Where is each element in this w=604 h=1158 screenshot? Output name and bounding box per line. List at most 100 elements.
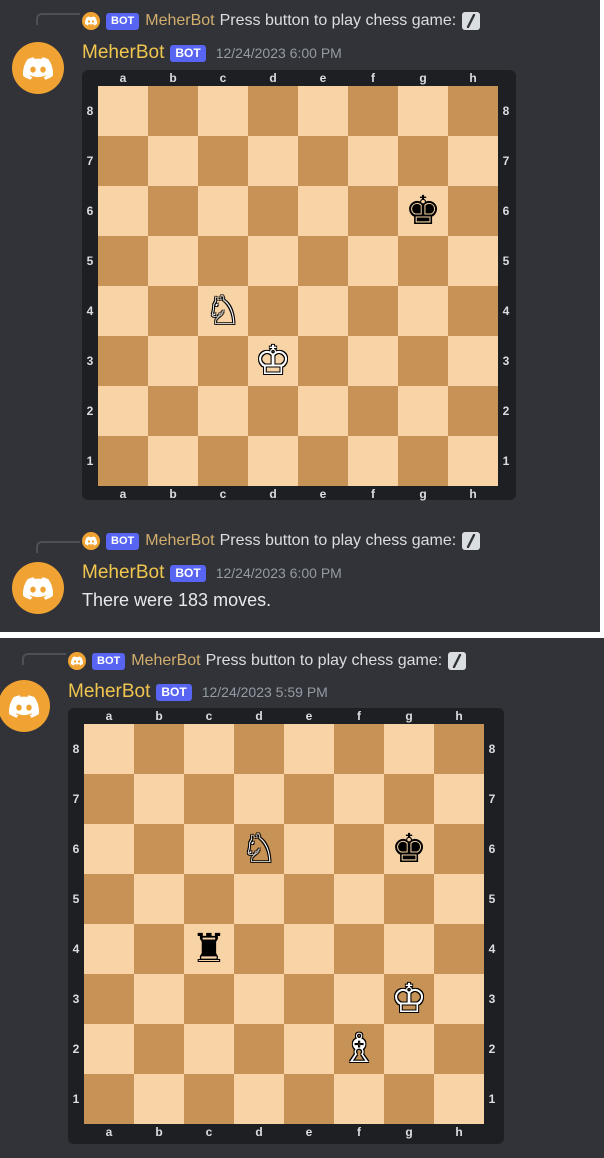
reply-author[interactable]: MeherBot xyxy=(131,652,200,670)
file-label: d xyxy=(269,487,277,501)
square-h6 xyxy=(448,186,498,236)
square-f2 xyxy=(348,386,398,436)
rank-label: 5 xyxy=(488,892,496,906)
square-a6 xyxy=(98,186,148,236)
file-label: a xyxy=(105,709,113,723)
rank-label: 4 xyxy=(502,304,510,318)
chess-board: ♘ ♚ ♜ ♔ ♗ xyxy=(84,724,484,1124)
chat-panel-top: BOT MeherBot Press button to play chess … xyxy=(0,0,600,632)
rank-label: 6 xyxy=(502,204,510,218)
square-e7 xyxy=(284,774,334,824)
reply-connector xyxy=(22,653,66,665)
square-h8 xyxy=(434,724,484,774)
square-b5 xyxy=(148,236,198,286)
square-b8 xyxy=(134,724,184,774)
square-a7 xyxy=(98,136,148,186)
author-name[interactable]: MeherBot xyxy=(82,562,164,584)
file-label: f xyxy=(357,1125,361,1139)
rank-label: 3 xyxy=(86,354,94,368)
square-h2 xyxy=(434,1024,484,1074)
square-c2 xyxy=(184,1024,234,1074)
square-f6 xyxy=(348,186,398,236)
timestamp: 12/24/2023 6:00 PM xyxy=(215,45,342,61)
avatar[interactable] xyxy=(0,680,50,732)
file-label: a xyxy=(105,1125,113,1139)
square-f2: ♗ xyxy=(334,1024,384,1074)
file-label: d xyxy=(255,709,263,723)
author-name[interactable]: MeherBot xyxy=(68,681,150,703)
author-name[interactable]: MeherBot xyxy=(82,42,164,64)
square-d8 xyxy=(234,724,284,774)
file-label: c xyxy=(219,71,227,85)
file-label: a xyxy=(119,487,127,501)
square-h4 xyxy=(448,286,498,336)
square-h3 xyxy=(448,336,498,386)
rank-label: 3 xyxy=(502,354,510,368)
square-a1 xyxy=(84,1074,134,1124)
square-g1 xyxy=(398,436,448,486)
reply-reference[interactable]: BOT MeherBot Press button to play chess … xyxy=(68,650,467,672)
file-label: e xyxy=(319,487,327,501)
square-g1 xyxy=(384,1074,434,1124)
rank-label: 6 xyxy=(86,204,94,218)
square-c6 xyxy=(184,824,234,874)
square-b3 xyxy=(148,336,198,386)
square-a7 xyxy=(84,774,134,824)
file-label: h xyxy=(469,71,477,85)
reply-text: Press button to play chess game: xyxy=(205,652,443,669)
avatar[interactable] xyxy=(12,562,64,614)
reply-author[interactable]: MeherBot xyxy=(145,532,214,550)
file-label: c xyxy=(205,709,213,723)
square-g6: ♚ xyxy=(398,186,448,236)
file-label: e xyxy=(319,71,327,85)
square-e8 xyxy=(298,86,348,136)
square-b4 xyxy=(134,924,184,974)
bot-tag: BOT xyxy=(170,564,206,582)
bot-tag: BOT xyxy=(106,12,140,30)
rank-label: 2 xyxy=(502,404,510,418)
white-knight-icon: ♘ xyxy=(205,288,241,334)
square-b3 xyxy=(134,974,184,1024)
square-c5 xyxy=(184,874,234,924)
square-b4 xyxy=(148,286,198,336)
square-h4 xyxy=(434,924,484,974)
square-c3 xyxy=(198,336,248,386)
message-text: There were 183 moves. xyxy=(82,590,272,610)
rank-label: 4 xyxy=(72,942,80,956)
file-label: f xyxy=(357,709,361,723)
discord-logo-icon xyxy=(23,576,53,600)
rank-label: 1 xyxy=(502,454,510,468)
square-c6 xyxy=(198,186,248,236)
rank-label: 7 xyxy=(502,154,510,168)
square-a1 xyxy=(98,436,148,486)
square-g5 xyxy=(384,874,434,924)
square-b2 xyxy=(134,1024,184,1074)
file-label: f xyxy=(371,487,375,501)
square-a2 xyxy=(84,1024,134,1074)
square-f1 xyxy=(348,436,398,486)
square-g6: ♚ xyxy=(384,824,434,874)
slash-command-icon xyxy=(462,532,481,550)
white-knight-icon: ♘ xyxy=(241,826,277,872)
square-e2 xyxy=(284,1024,334,1074)
file-label: b xyxy=(169,487,177,501)
file-label: a xyxy=(119,71,127,85)
rank-label: 2 xyxy=(488,1042,496,1056)
rank-label: 6 xyxy=(488,842,496,856)
file-label: e xyxy=(305,709,313,723)
square-e4 xyxy=(298,286,348,336)
square-e6 xyxy=(298,186,348,236)
file-label: b xyxy=(155,1125,163,1139)
square-e1 xyxy=(284,1074,334,1124)
square-c4: ♜ xyxy=(184,924,234,974)
reply-reference[interactable]: BOT MeherBot Press button to play chess … xyxy=(82,10,481,32)
bot-tag: BOT xyxy=(170,44,206,62)
rank-label: 6 xyxy=(72,842,80,856)
avatar[interactable] xyxy=(12,42,64,94)
square-d1 xyxy=(234,1074,284,1124)
reply-author[interactable]: MeherBot xyxy=(145,12,214,30)
reply-reference[interactable]: BOT MeherBot Press button to play chess … xyxy=(82,530,481,552)
square-b1 xyxy=(148,436,198,486)
square-a5 xyxy=(84,874,134,924)
square-a3 xyxy=(84,974,134,1024)
